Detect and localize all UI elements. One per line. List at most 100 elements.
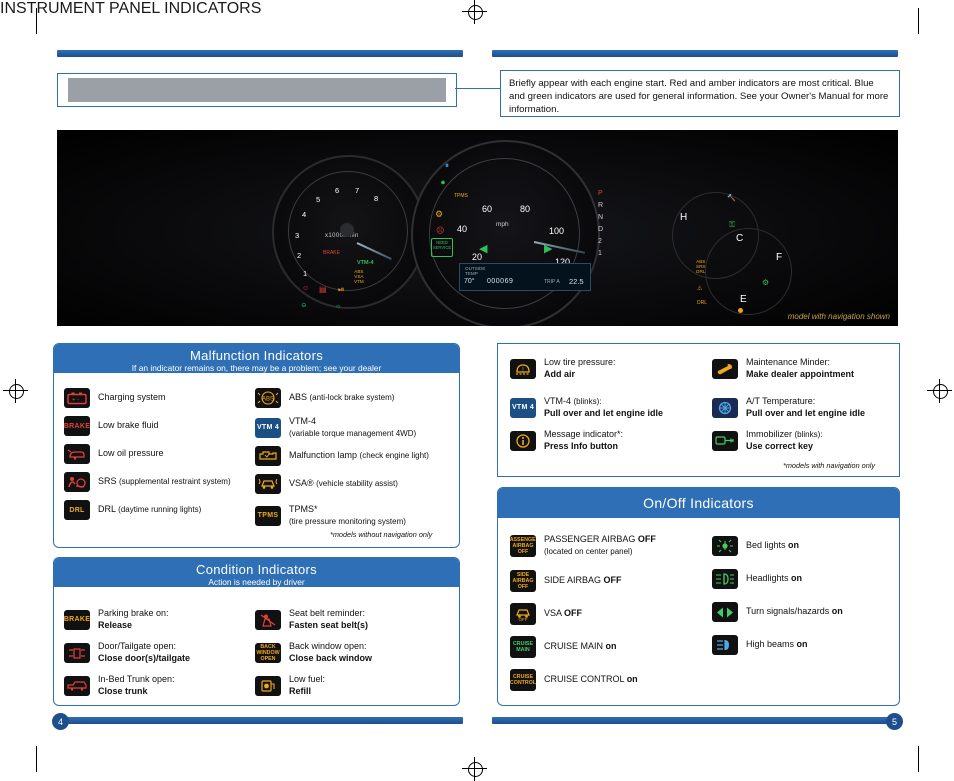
malfunction-label-charging: Charging system [98,392,166,403]
malfunction-label-vsa: VSA® (vehicle stability assist) [289,478,398,489]
condition-row-seat-belt: Seat belt reminder: Fasten seat belt(s) [255,608,368,631]
battery-icon: + - [64,388,90,408]
message-indicator-icon [510,430,536,451]
high-beams-icon-svg [717,640,729,650]
srs-airbag-icon [64,472,90,492]
outside-temp-label: OUTSIDE TEMP [465,266,486,276]
right-label-message-indicator: Message indicator*: Press Info button [544,429,624,451]
right-label-low-tire-pressure: Low tire pressure: Add air [544,357,616,379]
trip-value: 22.5 [569,277,584,286]
low-tire-pressure-icon-svg: ! [516,363,530,375]
registration-mark-bottom-v [474,757,475,781]
condition-label-back-window: Back window open: Close back window [289,641,373,663]
abs-icon: ABS [255,388,281,408]
condition-row-low-fuel: Low fuel: Refill [255,674,325,697]
immobilizer-icon [712,430,738,451]
cluster-seatbelt-icon: ☹ [436,226,445,235]
tpms-icon: TPMS [255,505,281,526]
onoff-label-cruise-main: CRUISE MAIN on [544,641,617,652]
tach-num-3: 3 [295,231,300,240]
cluster-brake-icon: BRAKE [323,250,340,256]
condition-row-parking-brake: BRAKE Parking brake on: Release [64,608,169,631]
onoff-panel-header: On/Off Indicators [498,488,899,518]
malfunction-row-drl: DRL DRL (daytime running lights) [64,500,201,520]
malfunction-row-abs: ABS ABS (anti-lock brake system) [255,388,394,408]
seat-belt-icon-svg [260,613,276,627]
onoff-row-headlights: Headlights on [712,569,802,589]
right-row-low-tire-pressure: ! Low tire pressure: Add air [510,357,616,380]
malfunction-label-abs: ABS (anti-lock brake system) [289,392,395,403]
low-tire-pressure-icon: ! [510,358,536,379]
cluster-turn-right-icon: ▶ [544,243,553,255]
condition-row-in-bed-trunk: In-Bed Trunk open: Close trunk [64,674,175,697]
tach-num-7: 7 [355,186,360,195]
bed-lights-icon-svg [717,539,733,553]
in-bed-trunk-icon [64,675,90,696]
low-fuel-icon-svg [261,679,275,692]
onoff-label-headlights: Headlights on [746,573,803,584]
cluster-wrench-icon: 🔨 [727,195,736,202]
malfunction-label-tpms: TPMS* (tire pressure monitoring system) [289,504,406,526]
right-row-maintenance-minder: Maintenance Minder: Make dealer appointme… [712,357,854,380]
onoff-row-bed-lights: Bed lights on [712,536,799,556]
onoff-row-turn-signals: Turn signals/hazards on [712,602,843,622]
right-label-immobilizer: Immobilizer (blinks): Use correct key [746,429,823,451]
turn-signal-icon-svg [717,607,733,617]
page-title-box [57,73,457,107]
cluster-malfunction-icon: ⚙ [435,209,444,219]
gear-indicator-P: P [598,190,603,197]
onoff-row-passenger-airbag: PASSENGER AIRBAGOFF PASSENGER AIRBAG OFF… [510,534,656,557]
seat-belt-icon [255,609,281,630]
malfunction-row-srs: SRS (supplemental restraint system) [64,472,231,492]
registration-mark-top-v [474,0,475,24]
at-temperature-icon-svg [718,401,732,414]
cluster-key-icon: ⚿ [729,220,736,229]
check-engine-icon-svg [259,451,277,460]
high-beams-icon [712,635,738,655]
at-temperature-icon [712,397,738,418]
back-window-icon-text: BACK WINDOW OPEN [256,643,280,662]
cruise-main-icon: CRUISE MAIN [510,636,536,658]
cluster-abs-icon: ABS VSA VTM [354,269,364,284]
cluster-oil-icon: ⏯ [338,285,345,294]
side-airbag-off-icon: SIDE AIRBAG OFF [510,570,536,592]
malfunction-label-vtm4: VTM-4 (variable torque management 4WD) [289,416,417,438]
malfunction-footnote: *models without navigation only [330,530,433,539]
malfunction-row-tpms: TPMS TPMS* (tire pressure monitoring syst… [255,504,406,527]
fuel-low-light [738,308,743,313]
vtm4-icon: VTM 4 [510,397,536,418]
vsa-off-icon: OFF [510,603,536,625]
onoff-row-vsa-off: OFF VSA OFF [510,603,582,625]
gear-indicator-2: 2 [598,238,602,245]
speedo-num-60: 60 [482,204,493,214]
condition-header-title: Condition Indicators [196,562,317,577]
cluster-drl-icon: ⚠ [697,286,703,292]
page-number-left: 4 [52,713,69,730]
check-engine-icon [255,446,281,466]
crop-mark-tl-v [36,8,37,34]
speedo-num-100: 100 [549,226,565,236]
condition-row-door-open: Door/Tailgate open: Close door(s)/tailgat… [64,641,190,664]
registration-mark-right-v [939,379,940,403]
passenger-airbag-off-icon-text: PASSENGER AIRBAGOFF [510,536,536,555]
onoff-header-title: On/Off Indicators [643,495,754,511]
cluster-vtm4-icon: VTM-4 [357,260,374,266]
malfunction-label-drl: DRL (daytime running lights) [98,504,202,515]
malfunction-row-vtm4: VTM 4 VTM-4 (variable torque management 4… [255,416,416,439]
cruise-control-icon: CRUISE CONTROL [510,669,536,691]
photo-caption: model with navigation shown [787,312,890,321]
gear-indicator-N: N [598,214,604,221]
brake-icon-text: BRAKE [64,422,90,430]
drl-icon: DRL [64,500,90,520]
drl-icon-text: DRL [69,506,85,514]
speedo-num-40: 40 [457,224,468,234]
onoff-label-high-beams: High beams on [746,639,808,650]
onoff-row-cruise-control: CRUISE CONTROL CRUISE CONTROL on [510,669,638,691]
registration-mark-left-v [15,379,16,403]
vtm4-icon-text: VTM 4 [511,404,535,411]
svg-text:+ -: + - [72,397,79,403]
cluster-bedlight-icon: ☼ [335,303,342,310]
registration-mark-left [9,384,24,399]
door-open-icon-svg [69,647,85,659]
onoff-label-bed-lights: Bed lights on [746,540,800,551]
